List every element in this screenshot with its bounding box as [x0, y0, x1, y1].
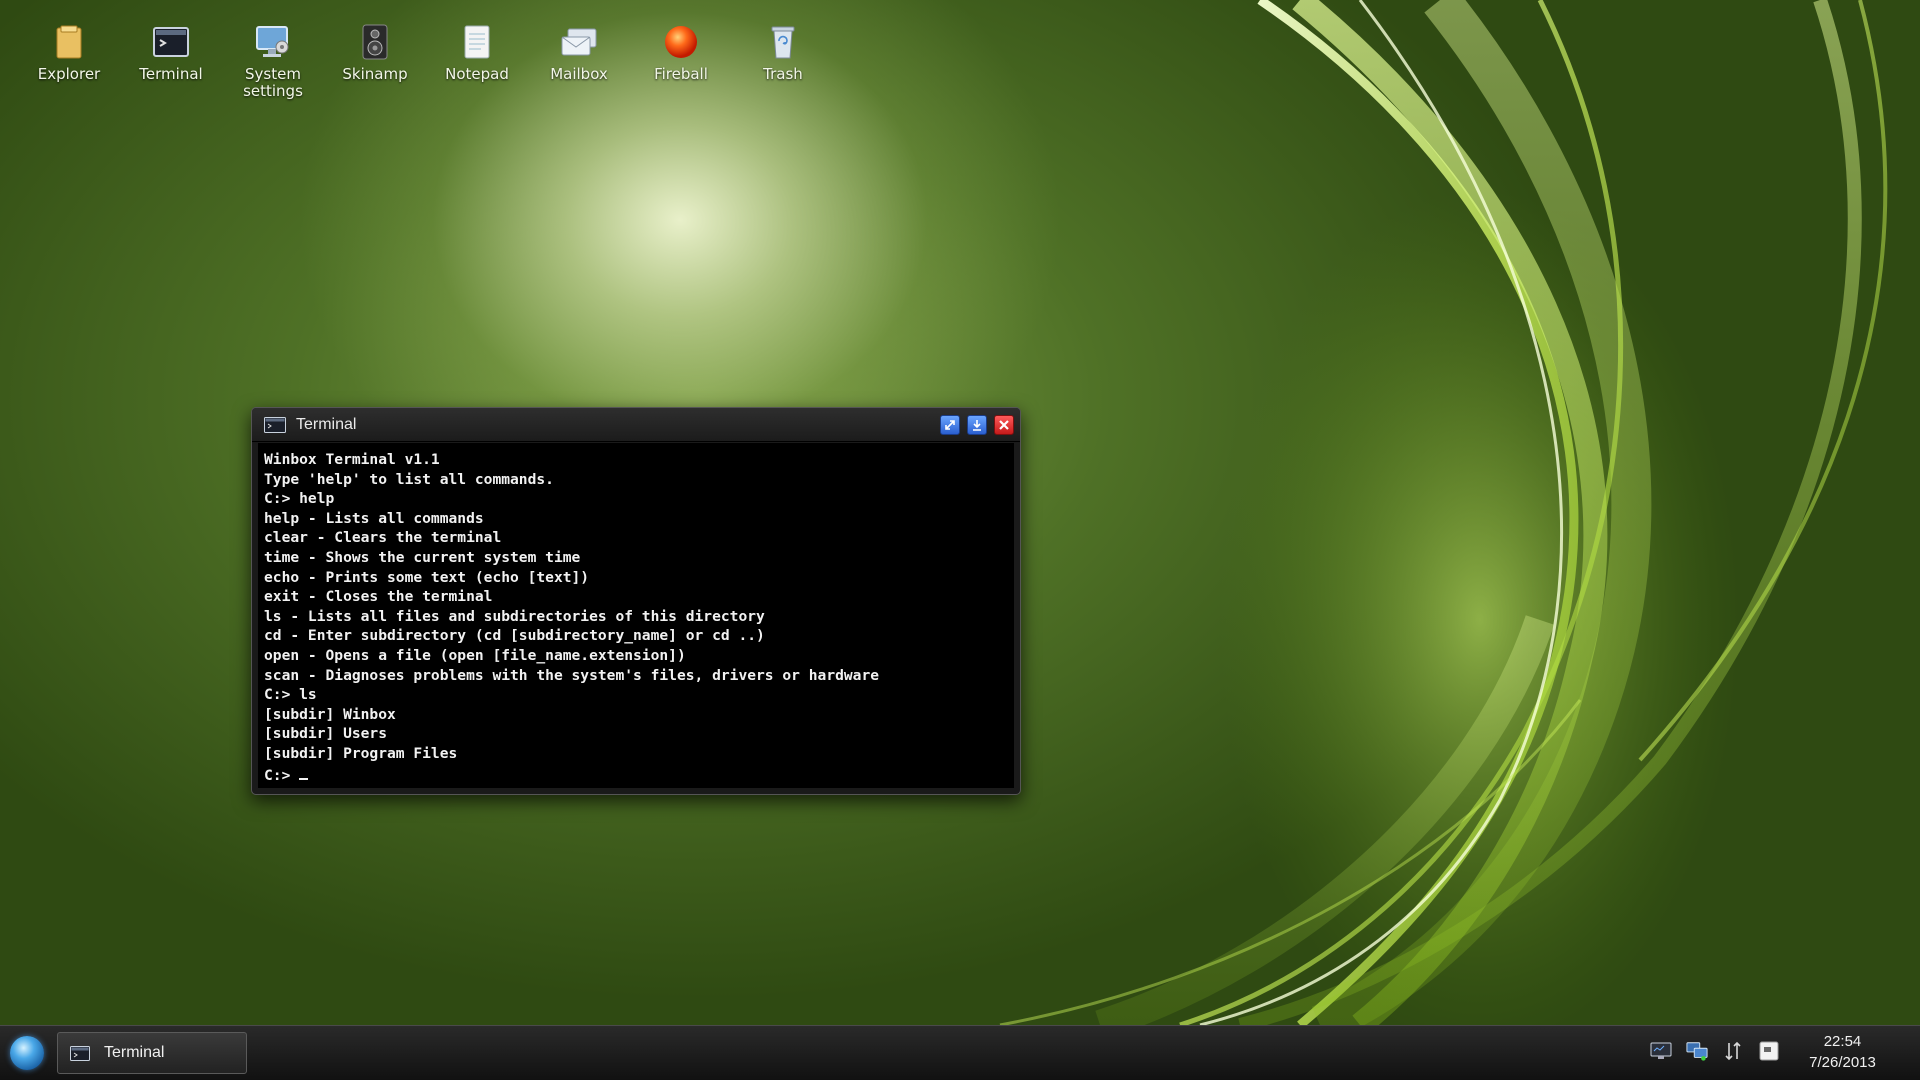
terminal-line: C:> help — [264, 490, 335, 508]
terminal-line: open - Opens a file (open [file_name.ext… — [264, 646, 686, 664]
close-button[interactable] — [994, 414, 1014, 435]
desktop-icon-terminal[interactable]: Terminal — [120, 22, 222, 100]
terminal-line: [subdir] Winbox — [264, 705, 396, 723]
speaker-icon — [355, 22, 395, 62]
terminal-titlebar[interactable]: Terminal — [252, 408, 1020, 442]
terminal-line: exit - Closes the terminal — [264, 588, 493, 606]
taskbar-item-label: Terminal — [104, 1044, 165, 1061]
notepad-icon — [457, 22, 497, 62]
terminal-line: [subdir] Program Files — [264, 744, 458, 762]
terminal-line: echo - Prints some text (echo [text]) — [264, 568, 590, 586]
desktop-icon-trash[interactable]: Trash — [732, 22, 834, 100]
terminal-line: clear - Clears the terminal — [264, 529, 502, 547]
desktop: Explorer Terminal System settings Skinam… — [0, 0, 1920, 1025]
network-icon[interactable] — [1686, 1040, 1708, 1062]
taskbar-clock[interactable]: 22:54 7/26/2013 — [1795, 1031, 1890, 1073]
settings-icon — [253, 22, 293, 62]
desktop-icon-label: Mailbox — [550, 65, 608, 83]
terminal-line: [subdir] Users — [264, 725, 388, 743]
trash-icon — [763, 22, 803, 62]
monitor-icon[interactable] — [1650, 1040, 1672, 1062]
terminal-icon — [264, 416, 286, 433]
desktop-icon-label: Trash — [763, 65, 803, 83]
terminal-window[interactable]: Terminal Winbox Terminal v1.1 Type 'help… — [251, 407, 1021, 795]
terminal-line: ls - Lists all files and subdirectories … — [264, 607, 765, 625]
folder-icon — [49, 22, 89, 62]
minimize-button[interactable] — [967, 414, 987, 435]
terminal-line: Type 'help' to list all commands. — [264, 470, 554, 488]
transfer-icon[interactable] — [1722, 1040, 1744, 1062]
system-tray — [1650, 1040, 1794, 1062]
terminal-prompt: C:> — [264, 766, 300, 784]
close-icon — [999, 419, 1009, 430]
clock-date: 7/26/2013 — [1809, 1054, 1876, 1071]
taskbar: Terminal 22:54 7/26/2013 — [0, 1025, 1920, 1080]
clock-time: 22:54 — [1823, 1033, 1862, 1050]
desktop-icon-notepad[interactable]: Notepad — [426, 22, 528, 100]
desktop-icons: Explorer Terminal System settings Skinam… — [18, 22, 834, 100]
desktop-icon-label: Notepad — [445, 65, 509, 83]
terminal-line: Winbox Terminal v1.1 — [264, 451, 440, 468]
text-cursor — [299, 764, 309, 780]
desktop-icon-label: Terminal — [139, 65, 203, 83]
fireball-icon — [661, 22, 701, 62]
terminal-output[interactable]: Winbox Terminal v1.1 Type 'help' to list… — [258, 443, 1014, 788]
desktop-icon-fireball[interactable]: Fireball — [630, 22, 732, 100]
desktop-icon-label: Fireball — [654, 65, 708, 83]
desktop-icon-label: Explorer — [37, 65, 101, 83]
terminal-icon — [70, 1045, 90, 1061]
desktop-icon-system-settings[interactable]: System settings — [222, 22, 324, 100]
window-title: Terminal — [296, 415, 357, 433]
terminal-input-line[interactable]: C:> — [264, 764, 1008, 786]
desktop-icon-mailbox[interactable]: Mailbox — [528, 22, 630, 100]
terminal-line: cd - Enter subdirectory (cd [subdirector… — [264, 627, 765, 645]
desktop-icon-label: Skinamp — [342, 65, 408, 83]
taskbar-item-terminal[interactable]: Terminal — [57, 1032, 247, 1074]
terminal-line: time - Shows the current system time — [264, 548, 581, 566]
start-button[interactable] — [10, 1036, 44, 1070]
notification-icon[interactable] — [1758, 1040, 1780, 1062]
mail-icon — [559, 22, 599, 62]
maximize-button[interactable] — [940, 414, 960, 435]
minimize-icon — [973, 419, 981, 431]
terminal-line: help - Lists all commands — [264, 509, 484, 527]
terminal-icon — [151, 22, 191, 62]
desktop-icon-label: System settings — [243, 65, 303, 100]
desktop-icon-explorer[interactable]: Explorer — [18, 22, 120, 100]
desktop-icon-skinamp[interactable]: Skinamp — [324, 22, 426, 100]
terminal-line: scan - Diagnoses problems with the syste… — [264, 666, 880, 684]
maximize-icon — [945, 419, 955, 430]
terminal-line: C:> ls — [264, 686, 317, 704]
